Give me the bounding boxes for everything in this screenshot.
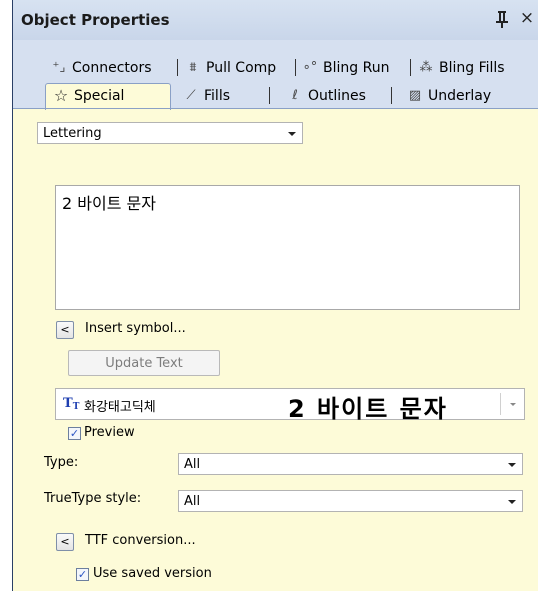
insert-symbol-button[interactable]: < <box>56 321 74 339</box>
panel-title: Object Properties <box>21 11 170 29</box>
tab-outlines[interactable]: ℓ Outlines <box>285 84 366 107</box>
close-icon[interactable]: × <box>519 9 535 27</box>
font-preview-text: 2 바이트 문자 <box>288 395 448 423</box>
chevron-down-icon <box>288 132 296 136</box>
tab-separator <box>295 59 296 76</box>
pin-icon[interactable] <box>495 10 509 28</box>
tab-label: Bling Fills <box>439 59 505 76</box>
bling-run-icon: ∘° <box>302 60 318 75</box>
chevron-down-icon <box>510 403 516 406</box>
tab-bling-fills[interactable]: ⁂ Bling Fills <box>416 56 505 79</box>
tab-separator <box>177 59 178 76</box>
fills-icon: ⟋ <box>186 88 196 103</box>
ttf-conversion-button[interactable]: < <box>56 533 74 551</box>
truetype-font-icon: TT <box>63 396 80 412</box>
outlines-icon: ℓ <box>292 88 298 103</box>
tab-bling-run[interactable]: ∘° Bling Run <box>300 56 390 79</box>
title-bar: Object Properties × <box>13 0 538 41</box>
tab-underlay[interactable]: ▨ Underlay <box>405 84 491 107</box>
update-text-button[interactable]: Update Text <box>68 350 220 376</box>
truetype-style-dropdown[interactable]: All <box>178 490 523 512</box>
tab-separator <box>269 87 270 104</box>
tab-label: Pull Comp <box>206 59 277 76</box>
tab-separator <box>391 87 392 104</box>
tab-label: Special <box>74 87 125 104</box>
connectors-icon: ⁺⌟ <box>52 60 66 75</box>
tab-special[interactable]: ☆ Special <box>51 84 125 107</box>
type-value: All <box>184 457 201 472</box>
tab-label: Connectors <box>72 59 152 76</box>
object-type-value: Lettering <box>43 126 102 141</box>
type-label: Type: <box>44 455 79 470</box>
dropdown-separator <box>500 393 501 415</box>
underlay-icon: ▨ <box>408 88 422 103</box>
tab-pull-comp[interactable]: ⩩ Pull Comp <box>183 56 277 79</box>
chevron-down-icon <box>508 463 516 467</box>
preview-checkbox[interactable]: ✓ <box>68 427 81 440</box>
truetype-style-label: TrueType style: <box>44 491 142 506</box>
use-saved-version-label: Use saved version <box>93 566 212 581</box>
tab-label: Bling Run <box>323 59 390 76</box>
object-properties-panel: Object Properties × ⁺⌟ Connectors ⩩ Pull… <box>12 0 538 591</box>
insert-symbol-label: Insert symbol... <box>85 321 186 336</box>
bling-fills-icon: ⁂ <box>419 60 433 75</box>
star-icon: ☆ <box>53 86 69 105</box>
type-dropdown[interactable]: All <box>178 453 523 475</box>
tab-label: Outlines <box>308 87 366 104</box>
lettering-text-input[interactable]: 2 바이트 문자 <box>55 185 520 310</box>
tab-label: Underlay <box>428 87 492 104</box>
pull-comp-icon: ⩩ <box>189 60 197 75</box>
tab-fills[interactable]: ⟋ Fills <box>181 84 230 107</box>
tab-separator <box>410 59 411 76</box>
preview-label: Preview <box>84 425 135 440</box>
chevron-down-icon <box>508 500 516 504</box>
ttf-conversion-label: TTF conversion... <box>85 533 196 548</box>
use-saved-version-checkbox[interactable]: ✓ <box>76 568 89 581</box>
font-selector[interactable]: TT 화강태고딕체 2 바이트 문자 <box>55 388 525 423</box>
tab-connectors[interactable]: ⁺⌟ Connectors <box>49 56 152 79</box>
truetype-style-value: All <box>184 494 201 509</box>
tab-label: Fills <box>204 87 230 104</box>
font-name: 화강태고딕체 <box>84 400 156 415</box>
object-type-dropdown[interactable]: Lettering <box>37 122 303 144</box>
